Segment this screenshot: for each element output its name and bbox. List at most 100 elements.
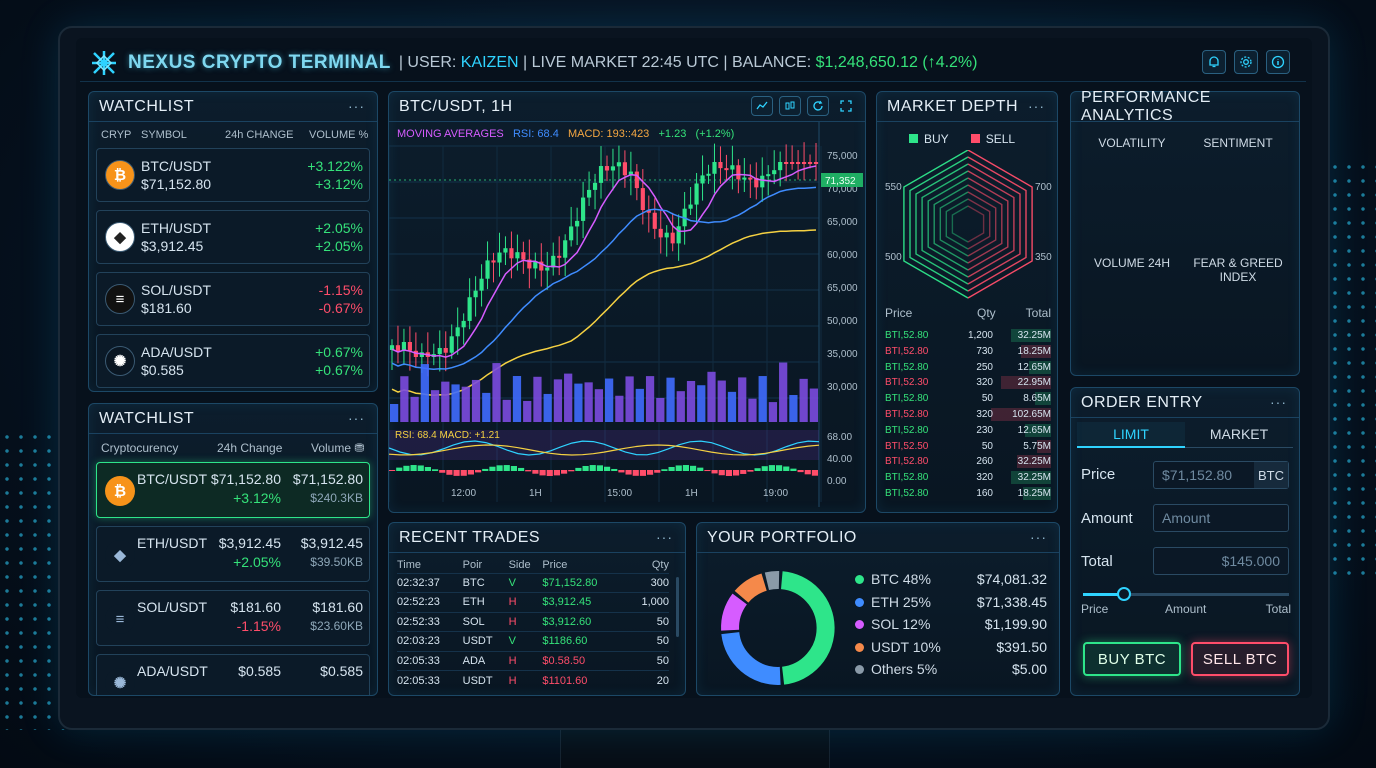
watchlist-row[interactable]: ≡ SOL/USDT $181.60 -1.15% $181.60 $23.60KB bbox=[96, 590, 370, 646]
watchlist-row[interactable]: ✺ ADA/USDT $0.585 +0.67% +0.67% bbox=[96, 334, 370, 388]
trade-row[interactable]: 02:52:33 SOL H $3,912.60 50 bbox=[397, 612, 669, 632]
watchlist-row[interactable]: ◆ ETH/USDT $3,912.45 +2.05% +2.05% bbox=[96, 210, 370, 264]
change-value: +2.05% bbox=[233, 554, 281, 570]
candle bbox=[622, 162, 627, 176]
tab-limit[interactable]: LIMIT bbox=[1077, 422, 1185, 448]
watchlist-columns: Cryptocurency 24h Change Volume ⛃ bbox=[101, 441, 371, 455]
more-menu-icon[interactable]: ··· bbox=[348, 410, 365, 426]
trade-row[interactable]: 02:05:33 USDT H $1101.60 20 bbox=[397, 670, 669, 691]
depth-row[interactable]: BTI,52.80 230 12.65M bbox=[885, 423, 1055, 439]
buy-button[interactable]: BUY BTC bbox=[1083, 642, 1181, 676]
col-header: VOLUME % bbox=[309, 129, 369, 141]
donut-slice bbox=[734, 573, 768, 604]
price-input[interactable]: $71,152.80 BTC bbox=[1153, 461, 1289, 489]
depth-row[interactable]: BTI,52.80 50 8.65M bbox=[885, 391, 1055, 407]
portfolio-item[interactable]: USDT 10% $391.50 bbox=[853, 639, 1049, 662]
candle bbox=[676, 226, 681, 244]
trade-qty: 50 bbox=[656, 615, 669, 628]
session-info: | USER: KAIZEN | LIVE MARKET 22:45 UTC |… bbox=[399, 54, 978, 72]
more-menu-icon[interactable]: ··· bbox=[1270, 394, 1287, 410]
ethereum-icon: ◆ bbox=[105, 540, 135, 570]
watchlist-row[interactable]: ◆ ETH/USDT $3,912.45 +2.05% $3,912.45 $39.50K… bbox=[96, 526, 370, 582]
depth-row[interactable]: BTI,52.50 50 5.75M bbox=[885, 439, 1055, 455]
sell-button[interactable]: SELL BTC bbox=[1191, 642, 1289, 676]
trade-side: H bbox=[508, 654, 517, 667]
price-label: Price bbox=[1081, 466, 1116, 483]
scrollbar[interactable] bbox=[676, 577, 679, 637]
volume-bar bbox=[738, 377, 747, 422]
depth-row[interactable]: BTI,52.80 320 102.65M bbox=[885, 407, 1055, 423]
pair-price: $71,152.80 bbox=[210, 471, 281, 487]
more-menu-icon[interactable]: ··· bbox=[348, 98, 365, 114]
macd-hist-bar bbox=[496, 465, 503, 471]
pair-price: $181.60 bbox=[230, 599, 281, 615]
volume-bar bbox=[492, 363, 501, 422]
trade-pair: ETH bbox=[462, 596, 485, 609]
portfolio-item[interactable]: Others 5% $5.00 bbox=[853, 661, 1049, 684]
watchlist-row[interactable]: ₿ BTC/USDT $71,152.80 +3.12% $71,152.80 $240.… bbox=[96, 462, 370, 518]
more-menu-icon[interactable]: ··· bbox=[656, 529, 673, 545]
depth-row[interactable]: BTI,52.80 250 12.65M bbox=[885, 360, 1055, 376]
depth-axis-label: 350 bbox=[1035, 252, 1052, 263]
more-menu-icon[interactable]: ··· bbox=[1028, 98, 1045, 114]
depth-total: 32.25M bbox=[1017, 472, 1051, 484]
trade-row[interactable]: 02:03:23 USDT V $1186.60 50 bbox=[397, 631, 669, 652]
candle-chart-button[interactable] bbox=[779, 96, 801, 116]
tab-market[interactable]: MARKET bbox=[1185, 422, 1293, 448]
macd-hist-bar bbox=[482, 468, 489, 471]
settings-button[interactable] bbox=[1234, 50, 1258, 74]
portfolio-item[interactable]: BTC 48% $74,081.32 bbox=[853, 571, 1049, 594]
depth-row[interactable]: BTI,52.80 730 18.25M bbox=[885, 344, 1055, 360]
candlestick-chart[interactable]: 75,00070,00065,00060,00065,00050,00035,0… bbox=[389, 122, 867, 512]
col-header: Price bbox=[542, 558, 568, 571]
info-button[interactable] bbox=[1266, 50, 1290, 74]
depth-row[interactable]: BTI,52.80 320 32.25M bbox=[885, 470, 1055, 486]
trade-row[interactable]: 02:52:23 ETH H $3,912.45 1,000 bbox=[397, 592, 669, 613]
amount-slider-track[interactable] bbox=[1083, 587, 1289, 601]
trade-row[interactable]: 02:32:37 BTC V $71,152.80 300 bbox=[397, 573, 669, 593]
macd-hist-bar bbox=[439, 470, 446, 473]
trade-row[interactable]: 02:05:33 ADA H $0.58.50 50 bbox=[397, 651, 669, 671]
depth-row[interactable]: BTI,52.80 1,200 32.25M bbox=[885, 328, 1055, 344]
col-header: Price bbox=[885, 306, 913, 320]
volume-bar bbox=[523, 400, 532, 422]
macd-hist-bar bbox=[804, 470, 811, 475]
amount-input[interactable]: Amount bbox=[1153, 504, 1289, 532]
price-input-value: $71,152.80 bbox=[1162, 467, 1233, 483]
more-menu-icon[interactable]: ··· bbox=[1030, 529, 1047, 545]
depth-buy-ring bbox=[909, 156, 969, 292]
depth-row[interactable]: BTI,52.30 320 22.95M bbox=[885, 375, 1055, 391]
macd-hist-bar bbox=[467, 470, 474, 475]
depth-legend: BUY SELL bbox=[909, 132, 1015, 146]
watchlist-row[interactable]: ≡ SOL/USDT $181.60 -1.15% -0.67% bbox=[96, 272, 370, 326]
slider-handle[interactable] bbox=[1117, 587, 1132, 601]
depth-row[interactable]: BTI,52.80 160 18.25M bbox=[885, 486, 1055, 502]
volume-bar bbox=[441, 381, 450, 422]
volume-change: +0.67% bbox=[315, 362, 363, 378]
expand-button[interactable] bbox=[835, 96, 857, 116]
macd-hist-bar bbox=[475, 470, 482, 473]
watchlist-row[interactable]: ₿ BTC/USDT $71,152.80 +3.122% +3.12% bbox=[96, 148, 370, 202]
notifications-button[interactable] bbox=[1202, 50, 1226, 74]
candle bbox=[581, 197, 586, 221]
col-header: Qty bbox=[651, 558, 669, 571]
depth-row[interactable]: BTI,52.80 260 32.25M bbox=[885, 454, 1055, 470]
candle bbox=[712, 162, 717, 174]
legend-dot bbox=[855, 665, 864, 674]
y-tick-label: 50,000 bbox=[827, 316, 858, 327]
volume-bar bbox=[451, 384, 460, 422]
macd-hist-bar bbox=[783, 466, 790, 471]
refresh-button[interactable] bbox=[807, 96, 829, 116]
depth-qty: 730 bbox=[976, 345, 993, 357]
candle bbox=[778, 162, 783, 171]
slider-labels: Price Amount Total bbox=[1081, 602, 1291, 616]
depth-axis-label: 550 bbox=[885, 182, 902, 193]
portfolio-item[interactable]: SOL 12% $1,199.90 bbox=[853, 616, 1049, 639]
col-header: Volume ⛃ bbox=[311, 441, 365, 455]
watchlist-row[interactable]: ✺ ADA/USDT $0.585 $0.585 bbox=[96, 654, 370, 695]
candle bbox=[670, 232, 675, 244]
line-chart-button[interactable] bbox=[751, 96, 773, 116]
volume-bar bbox=[471, 379, 481, 422]
portfolio-item[interactable]: ETH 25% $71,338.45 bbox=[853, 594, 1049, 617]
total-input[interactable]: $145.000 bbox=[1153, 547, 1289, 575]
